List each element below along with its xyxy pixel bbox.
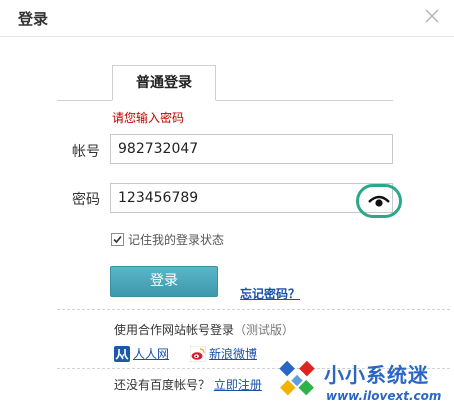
partner-login-title: 使用合作网站帐号登录（测试版） — [114, 321, 294, 338]
register-link[interactable]: 立即注册 — [214, 378, 262, 392]
checkmark-icon — [113, 235, 122, 244]
remember-checkbox[interactable] — [111, 233, 124, 246]
password-label: 密码 — [72, 192, 100, 208]
weibo-icon — [190, 345, 206, 362]
divider-top — [57, 309, 450, 310]
eye-icon — [368, 195, 390, 207]
error-message: 请您输入密码 — [112, 111, 185, 125]
watermark-logo-icon — [279, 360, 315, 396]
forgot-password-link[interactable]: 忘记密码？ — [240, 285, 300, 302]
weibo-login[interactable]: 新浪微博 — [190, 345, 257, 362]
register-prompt: 还没有百度帐号？ 立即注册 — [114, 376, 262, 393]
partner-login-note: （测试版） — [234, 323, 295, 337]
password-input[interactable] — [110, 183, 393, 213]
tab-normal-login[interactable]: 普通登录 — [112, 65, 216, 101]
show-password-toggle[interactable] — [356, 184, 402, 218]
watermark-url: www.ilovext.com — [326, 389, 442, 403]
renren-icon — [114, 345, 130, 362]
dialog-title: 登录 — [18, 10, 49, 28]
close-icon — [425, 9, 439, 23]
account-label: 帐号 — [72, 144, 100, 160]
no-account-text: 还没有百度帐号？ — [114, 378, 211, 392]
partner-login-text: 使用合作网站帐号登录 — [114, 323, 235, 337]
close-button[interactable] — [422, 6, 442, 26]
weibo-label: 新浪微博 — [209, 347, 258, 361]
renren-login[interactable]: 人人网 — [114, 345, 169, 362]
dialog-titlebar: 登录 — [0, 0, 454, 37]
login-dialog: 登录 普通登录 请您输入密码 帐号 密码 记住我的登录状态 登录 忘记密码？ 使… — [0, 0, 454, 415]
tabs-underline — [57, 100, 393, 101]
watermark-text: 小小系统迷 — [324, 363, 429, 387]
remember-label: 记住我的登录状态 — [128, 233, 225, 247]
site-watermark: 小小系统迷 www.ilovext.com — [272, 353, 454, 413]
renren-label: 人人网 — [133, 347, 170, 361]
login-button[interactable]: 登录 — [110, 266, 218, 297]
remember-me[interactable]: 记住我的登录状态 — [111, 231, 224, 248]
account-input[interactable] — [110, 134, 393, 164]
